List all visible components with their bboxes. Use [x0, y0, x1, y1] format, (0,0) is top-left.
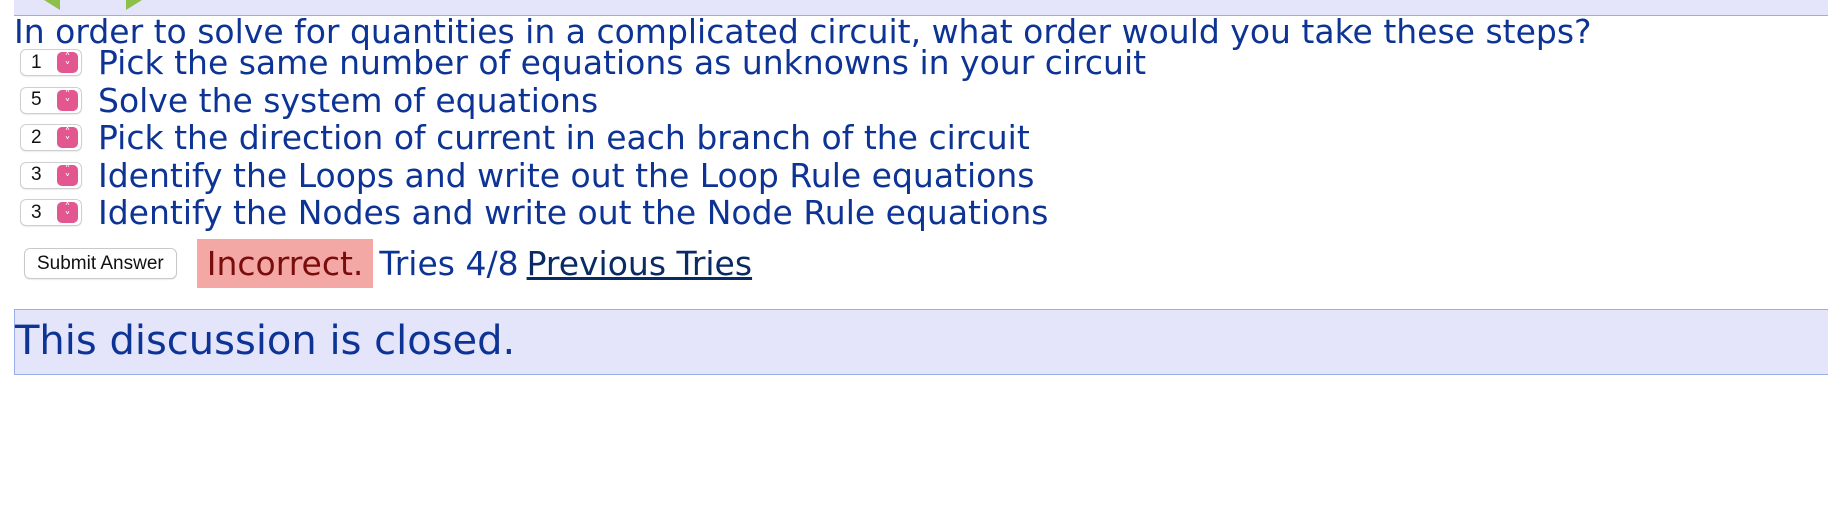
step-item: 5 ˄ ˅ Solve the system of equations — [20, 80, 1146, 120]
order-select[interactable]: 1 ˄ ˅ — [20, 49, 82, 77]
step-label: Pick the same number of equations as unk… — [98, 43, 1147, 83]
discussion-closed-message: This discussion is closed. — [15, 318, 516, 364]
arrow-left-icon[interactable] — [44, 0, 60, 10]
previous-tries-link[interactable]: Previous Tries — [527, 244, 753, 283]
chevron-up-down-icon: ˄ ˅ — [57, 89, 78, 111]
step-label: Solve the system of equations — [98, 80, 599, 120]
tries-counter: Tries 4/8 — [379, 244, 519, 283]
order-select-value: 3 — [31, 164, 42, 186]
order-select-value: 1 — [31, 51, 42, 73]
chevron-up-down-icon: ˄ ˅ — [57, 202, 78, 224]
order-select[interactable]: 3 ˄ ˅ — [20, 199, 82, 227]
step-item: 3 ˄ ˅ Identify the Loops and write out th… — [20, 155, 1146, 195]
submit-answer-button[interactable]: Submit Answer — [24, 248, 177, 279]
discussion-panel: This discussion is closed. — [14, 309, 1828, 375]
chevron-up-down-icon: ˄ ˅ — [57, 164, 78, 186]
step-label: Identify the Nodes and write out the Nod… — [98, 193, 1049, 233]
status-badge: Incorrect. — [196, 239, 374, 288]
step-label: Identify the Loops and write out the Loo… — [98, 155, 1035, 195]
order-select-value: 2 — [31, 126, 42, 148]
order-select-value: 5 — [31, 89, 42, 111]
step-label: Pick the direction of current in each br… — [98, 118, 1030, 158]
chevron-up-down-icon: ˄ ˅ — [57, 127, 78, 149]
order-select[interactable]: 2 ˄ ˅ — [20, 124, 82, 152]
steps-list: 1 ˄ ˅ Pick the same number of equations a… — [20, 43, 1147, 233]
step-item: 1 ˄ ˅ Pick the same number of equations a… — [20, 43, 1147, 83]
step-item: 3 ˄ ˅ Identify the Nodes and write out th… — [20, 193, 1146, 233]
order-select[interactable]: 5 ˄ ˅ — [20, 86, 82, 114]
order-select[interactable]: 3 ˄ ˅ — [20, 161, 82, 189]
chevron-up-down-icon: ˄ ˅ — [57, 52, 78, 74]
step-item: 2 ˄ ˅ Pick the direction of current in ea… — [20, 118, 1146, 158]
order-select-value: 3 — [31, 201, 42, 223]
arrow-right-icon[interactable] — [126, 0, 142, 10]
submission-row: Submit Answer Incorrect. Tries 4/8 Previ… — [24, 239, 752, 288]
